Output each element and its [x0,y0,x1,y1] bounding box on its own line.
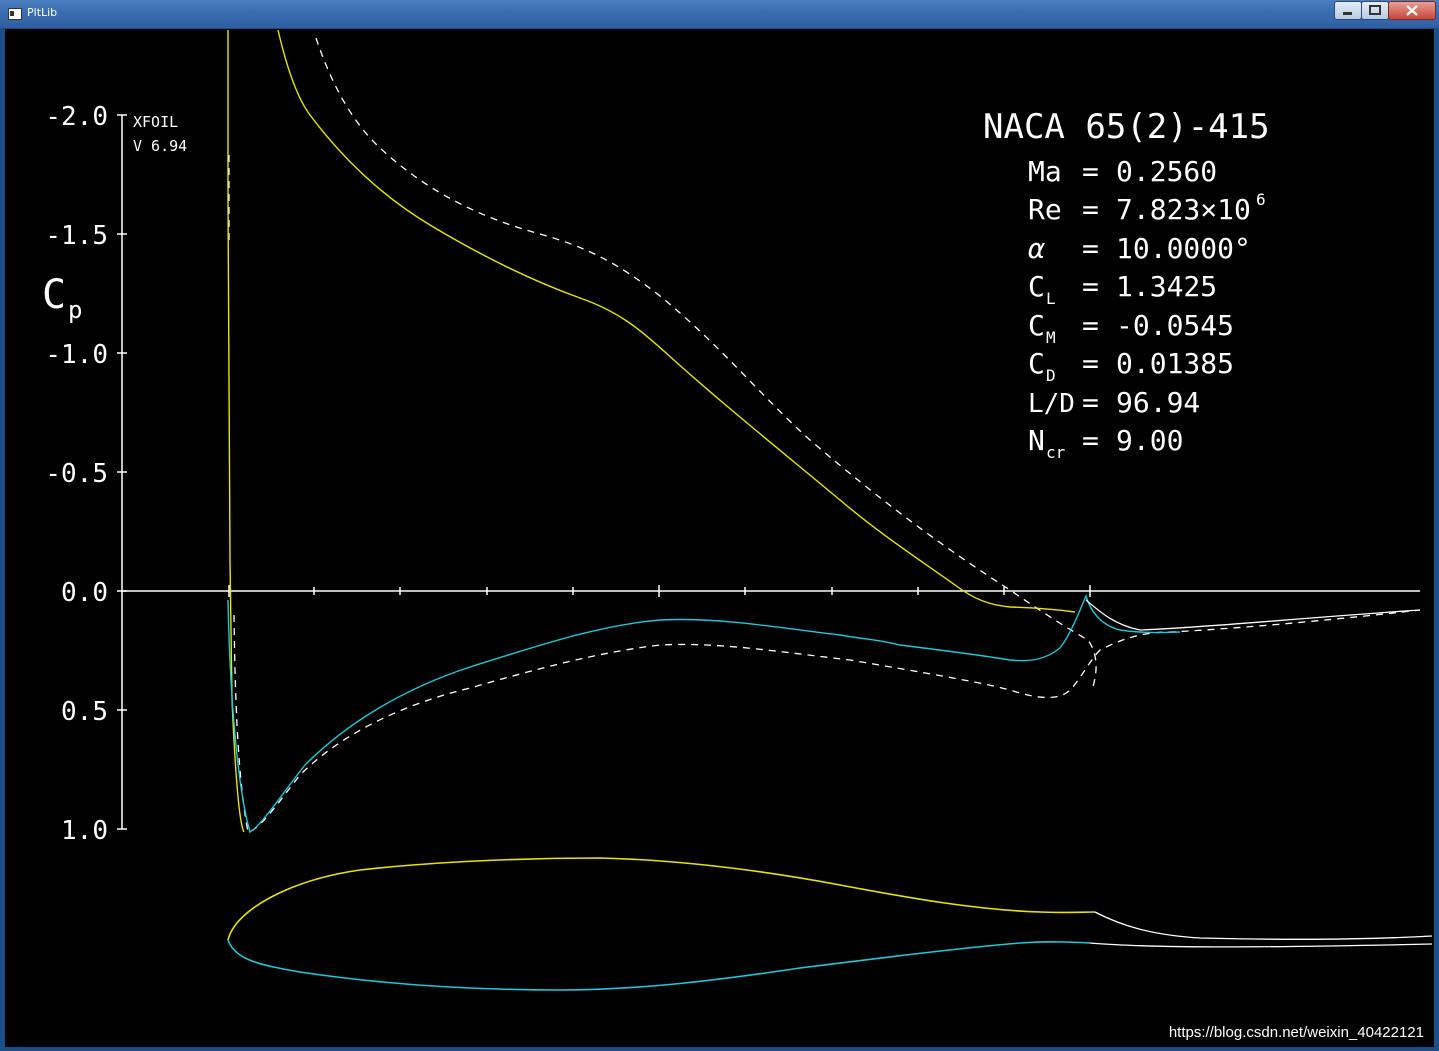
y-tick-label: 0.5 [61,697,108,727]
alpha-symbol: α [1028,232,1045,265]
ma-symbol: Ma [1028,155,1062,188]
alpha-equals: = [1082,232,1099,265]
cp-axis-label-sub: p [68,296,82,324]
ncr-subscript: cr [1046,443,1066,462]
cl-equals: = [1082,270,1099,303]
y-tick-labels: -2.0 -1.5 -1.0 -0.5 0.0 0.5 1.0 [45,102,108,846]
minimize-icon [1343,12,1352,15]
cl-symbol: C [1028,270,1045,303]
minimize-button[interactable] [1334,1,1362,20]
airfoil-upper-surface [227,857,1096,941]
cm-equals: = [1082,309,1099,342]
y-tick-label: -1.0 [45,340,108,370]
y-tick-label: 1.0 [61,816,108,846]
maximize-button[interactable] [1361,1,1389,20]
y-tick-label: 0.0 [61,578,108,608]
ma-value: 0.2560 [1116,155,1217,188]
ncr-symbol: N [1028,424,1045,457]
app-icon [8,8,22,20]
cd-equals: = [1082,347,1099,380]
cd-value: 0.01385 [1116,347,1234,380]
window-titlebar: PltLib [0,0,1439,28]
re-value: 7.823×10 [1116,193,1251,226]
alpha-value: 10.0000° [1116,232,1251,265]
cm-symbol: C [1028,309,1045,342]
program-version: V 6.94 [133,137,187,155]
cm-value: -0.0545 [1116,309,1234,342]
cd-subscript: D [1046,366,1056,385]
re-exponent: 6 [1256,190,1266,209]
cl-subscript: L [1046,289,1056,308]
info-panel: NACA 65(2)-415 Ma = 0.2560 Re = 7.823×10… [983,107,1270,462]
cd-symbol: C [1028,347,1045,380]
re-symbol: Re [1028,193,1062,226]
upper-surface-cp-curve [227,29,1076,833]
cp-plot: -2.0 -1.5 -1.0 -0.5 0.0 0.5 1.0 C p XFOI… [42,29,1433,991]
ld-equals: = [1082,386,1099,419]
cm-subscript: M [1046,328,1056,347]
lower-surface-cp-curve [227,593,1181,834]
close-icon [1406,5,1418,16]
maximize-icon [1369,5,1381,15]
ncr-value: 9.00 [1116,424,1183,457]
ld-symbol: L/D [1028,389,1075,419]
ma-equals: = [1082,155,1099,188]
airfoil-wake-lower [1089,942,1433,948]
airfoil-lower-surface [227,939,1091,991]
close-button[interactable] [1388,1,1436,20]
ncr-equals: = [1082,424,1099,457]
airfoil-name: NACA 65(2)-415 [983,107,1270,147]
airfoil-wake-upper [1094,911,1433,940]
y-tick-label: -0.5 [45,459,108,489]
y-tick-label: -1.5 [45,221,108,251]
program-name: XFOIL [133,113,178,131]
y-tick-label: -2.0 [45,102,108,132]
watermark-url: https://blog.csdn.net/weixin_40422121 [1168,1024,1424,1041]
inviscid-cp-lower-curve [233,609,1421,833]
window-title: PltLib [27,6,58,19]
cl-value: 1.3425 [1116,270,1217,303]
cp-axis-label: C [42,272,66,318]
re-equals: = [1082,193,1099,226]
plot-canvas: -2.0 -1.5 -1.0 -0.5 0.0 0.5 1.0 C p XFOI… [5,29,1434,1047]
ld-value: 96.94 [1116,386,1200,419]
